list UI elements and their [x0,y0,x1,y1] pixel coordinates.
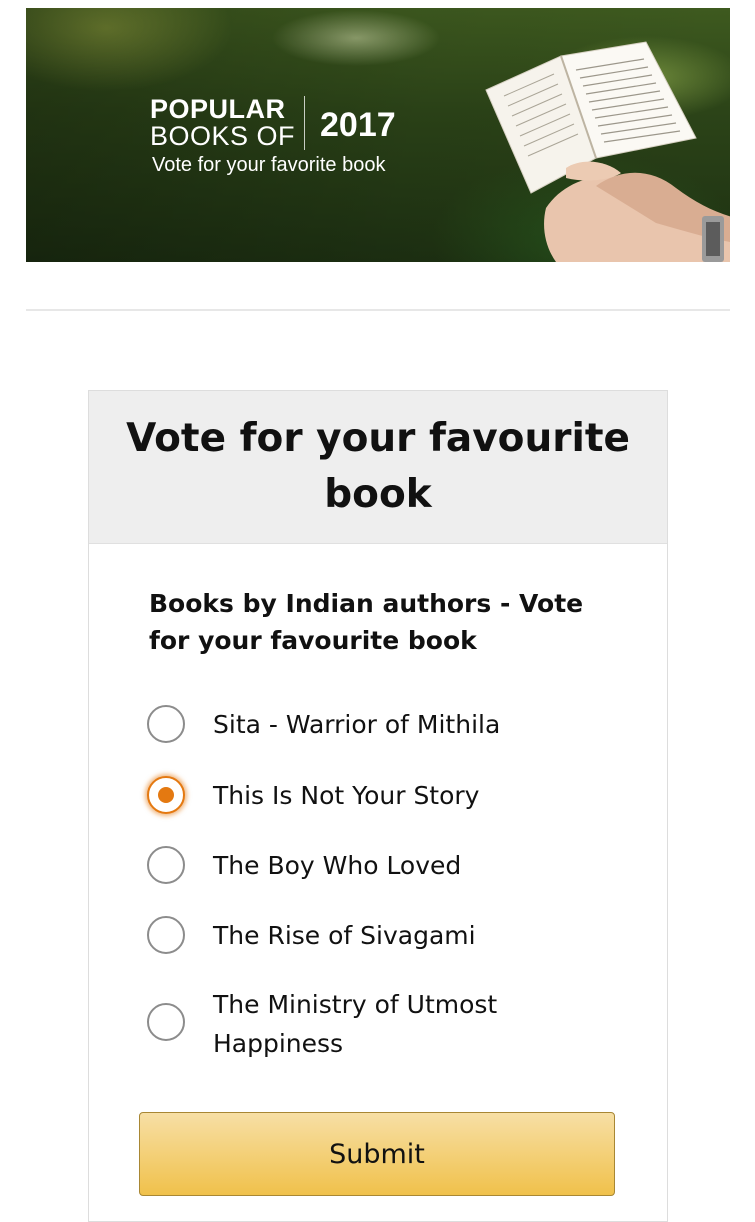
poll-header: Vote for your favourite book [89,391,667,544]
promo-banner: POPULAR BOOKS OF 2017 Vote for your favo… [26,8,730,262]
option-label: The Rise of Sivagami [213,921,476,950]
option-label: This Is Not Your Story [213,781,480,810]
radio-button[interactable] [147,916,185,954]
section-divider [26,309,730,311]
radio-button-selected[interactable] [147,776,185,814]
radio-button[interactable] [147,846,185,884]
banner-title: POPULAR BOOKS OF [150,94,296,151]
banner-title-line1: POPULAR [150,94,286,124]
poll-title: Vote for your favourite book [126,416,630,517]
option-the-rise-of-sivagami[interactable]: The Rise of Sivagami [147,916,543,955]
poll-card: Vote for your favourite book Books by In… [88,390,668,1222]
option-label: Sita - Warrior of Mithila [213,710,501,739]
option-the-ministry-of-utmost-happiness[interactable]: The Ministry of Utmost Happiness [147,985,533,1063]
option-this-is-not-your-story[interactable]: This Is Not Your Story [147,776,543,815]
submit-button[interactable]: Submit [139,1112,615,1196]
banner-divider [304,96,305,150]
banner-subtitle: Vote for your favorite book [152,154,386,176]
radio-button[interactable] [147,705,185,743]
open-book-image [485,41,730,262]
banner-title-line2: BOOKS OF [150,121,296,151]
radio-button[interactable] [147,1003,185,1041]
banner-year: 2017 [320,106,396,144]
option-sita-warrior-of-mithila[interactable]: Sita - Warrior of Mithila [147,705,543,744]
option-label: The Ministry of Utmost Happiness [213,990,498,1058]
option-the-boy-who-loved[interactable]: The Boy Who Loved [147,846,543,885]
poll-question: Books by Indian authors - Vote for your … [149,589,584,655]
option-label: The Boy Who Loved [213,851,462,880]
